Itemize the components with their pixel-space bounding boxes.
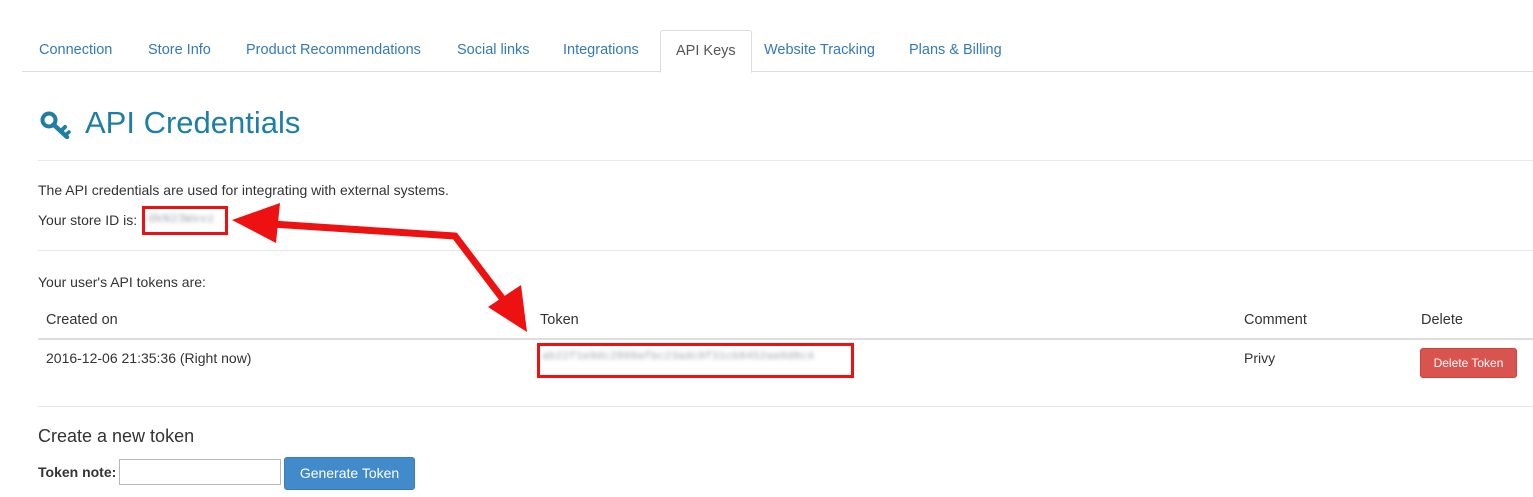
tab-api-keys[interactable]: API Keys (660, 30, 752, 73)
column-header-created-on: Created on (46, 312, 118, 328)
arrowhead-down-icon (488, 285, 527, 332)
token-note-label: Token note: (38, 464, 117, 480)
tab-integrations[interactable]: Integrations (563, 30, 639, 72)
column-header-delete: Delete (1421, 312, 1463, 328)
generate-token-button[interactable]: Generate Token (284, 457, 415, 490)
key-icon (40, 111, 71, 139)
cell-comment: Privy (1244, 350, 1276, 366)
table-header-border (38, 338, 1533, 340)
tab-social-links[interactable]: Social links (457, 30, 530, 72)
page-title: API Credentials (85, 105, 301, 140)
tab-plans-billing[interactable]: Plans & Billing (909, 30, 1002, 72)
arrowhead-left-icon (232, 203, 280, 243)
settings-tabs: Connection Store Info Product Recommenda… (22, 30, 1533, 73)
column-header-comment: Comment (1244, 312, 1307, 328)
api-keys-page: Connection Store Info Product Recommenda… (0, 0, 1533, 497)
table-row-border (38, 406, 1533, 407)
create-token-title: Create a new token (38, 426, 195, 446)
tab-connection[interactable]: Connection (39, 30, 112, 72)
credentials-description: The API credentials are used for integra… (38, 182, 449, 198)
cell-created-on: 2016-12-06 21:35:36 (Right now) (46, 350, 252, 366)
store-id-label: Your store ID is: (38, 212, 138, 228)
delete-token-button[interactable]: Delete Token (1420, 348, 1517, 378)
token-note-input[interactable] (119, 459, 281, 485)
tokens-label: Your user's API tokens are: (38, 274, 206, 290)
tab-product-recommendations[interactable]: Product Recommendations (246, 30, 421, 72)
divider (38, 160, 1533, 161)
annotation-arrows (232, 203, 527, 332)
divider (38, 250, 1533, 251)
annotation-highlight-store-id (142, 206, 228, 235)
column-header-token: Token (540, 312, 579, 328)
tab-store-info[interactable]: Store Info (148, 30, 211, 72)
tab-website-tracking[interactable]: Website Tracking (764, 30, 875, 72)
annotation-highlight-token (537, 343, 854, 378)
